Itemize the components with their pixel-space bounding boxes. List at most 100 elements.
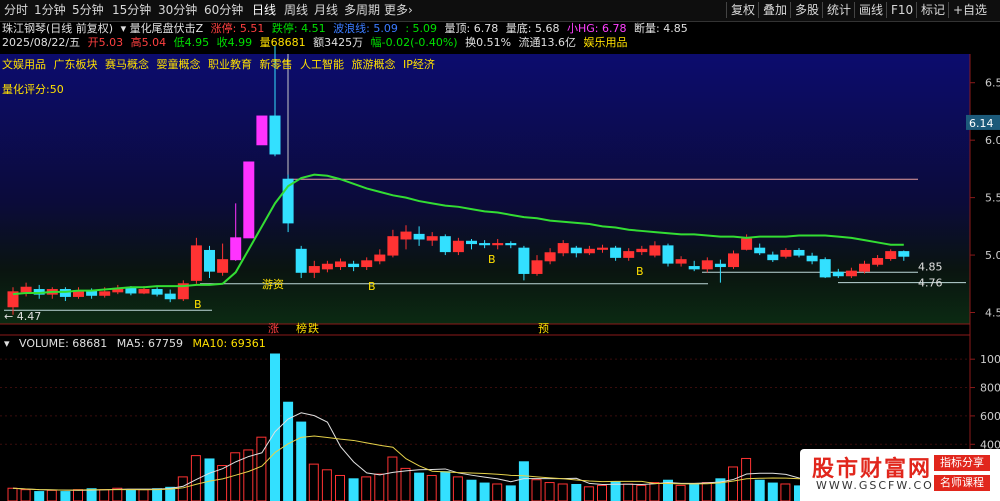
volume-bar [34,491,45,501]
candle-body [295,248,307,273]
concept-tag[interactable]: 人工智能 [300,58,344,71]
candle-body [832,271,844,277]
volume-bar [217,465,228,501]
concept-tag[interactable]: 文娱用品 [2,58,46,71]
volume-bar [466,479,477,501]
candle-body [806,255,818,262]
volume-bar [754,479,765,501]
watermark-url: WWW.GSCFW.COM [816,479,946,492]
candle-body [898,251,910,257]
candle-body [479,243,491,246]
volume-bar [623,483,634,501]
price-tick-label: 5.0 [985,249,1000,262]
concept-tags: 文娱用品 广东板块 赛马概念 婴童概念 职业教育 新零售 人工智能 旅游概念 I… [2,56,439,72]
volume-dropdown-icon[interactable]: ▾ [4,337,10,350]
volume-bar [125,489,136,501]
teacher-course-button[interactable]: 名师课程 [934,475,990,491]
candle-body [217,259,229,273]
volume-bar [270,353,280,501]
volume-bar [256,436,267,501]
volume-bar [557,483,568,501]
candle-body [348,263,360,268]
candle-body [413,233,425,240]
ref-label-485: 4.85 [918,260,943,273]
buy-signal-mark: B [194,298,202,311]
concept-tag[interactable]: 婴童概念 [157,58,201,71]
volume-bar [597,484,607,501]
volume-bar [335,474,345,501]
candle-body [793,249,805,256]
volume-bar [348,478,359,501]
candle-body [544,252,556,262]
volume-value: VOLUME: 68681 [19,337,108,350]
candle-body [99,291,111,296]
volume-bar [479,482,490,501]
candle-body [701,260,713,270]
candle-body [518,247,530,274]
candle-body [741,238,753,250]
price-tick-label: 4.5 [985,307,1000,320]
candle-body [649,245,661,256]
candle-body [557,243,569,254]
volume-tick-label: 800 [980,382,1000,395]
candle-body [728,253,739,268]
candle-body [466,240,477,245]
candle-body [570,247,582,254]
candle-body [597,247,608,250]
candle-body [190,245,202,281]
volume-bar [138,489,149,501]
candle-body [269,115,281,155]
candle-body [452,240,464,253]
candle-body [505,243,517,246]
volume-bar [440,471,451,501]
volume-bar [452,476,463,501]
candle-body [754,247,766,254]
volume-bar [492,483,503,501]
volume-bar [544,482,555,501]
candle-body [335,261,346,268]
concept-tag[interactable]: IP经济 [403,58,435,71]
concept-tag[interactable]: 新零售 [260,58,293,71]
candle-body [885,251,897,260]
volume-tick-label: 1000 [980,353,1000,366]
candle-body [426,236,438,241]
price-axis: 6.5 6.0 5.5 5.0 4.5 6.14 [966,77,1000,320]
concept-tag[interactable]: 旅游概念 [352,58,396,71]
volume-bar [60,491,71,501]
volume-bar [230,452,241,501]
candle-body [243,161,255,239]
candle-body [859,263,870,272]
kline-chart[interactable]: 6.56.05.55.04.56.14 1000800600400 4.854.… [0,0,1000,501]
candle-body [583,248,595,254]
candle-body [714,263,726,268]
concept-tag[interactable]: 赛马概念 [105,58,149,71]
current-price-label: 6.14 [969,117,994,130]
volume-bar [20,489,31,501]
concept-tag[interactable]: 广东板块 [54,58,98,71]
volume-bar [387,456,398,501]
volume-bar [99,489,110,501]
volume-ma5-line [12,412,904,491]
candle-body [623,251,635,258]
volume-bar [361,476,372,501]
volume-bar [374,473,385,501]
indicator-share-button[interactable]: 指标分享 [934,455,990,471]
volume-bar [414,472,425,501]
volume-bar [518,461,529,501]
candle-body [610,247,622,258]
volume-bar [283,401,294,501]
price-tick-label: 6.5 [985,77,1000,90]
candle-body [819,259,831,278]
candle-body [688,266,700,270]
volume-bar [636,484,647,501]
volume-bar [400,467,411,501]
candle-body [164,293,176,300]
buy-signal-mark: B [636,265,644,278]
volume-bars-group [7,353,909,501]
candle-body [256,115,268,146]
candle-body [780,249,792,257]
buy-signal-mark: B [368,280,376,293]
volume-bar [728,466,738,501]
volume-bar [7,487,18,501]
concept-tag[interactable]: 职业教育 [208,58,252,71]
